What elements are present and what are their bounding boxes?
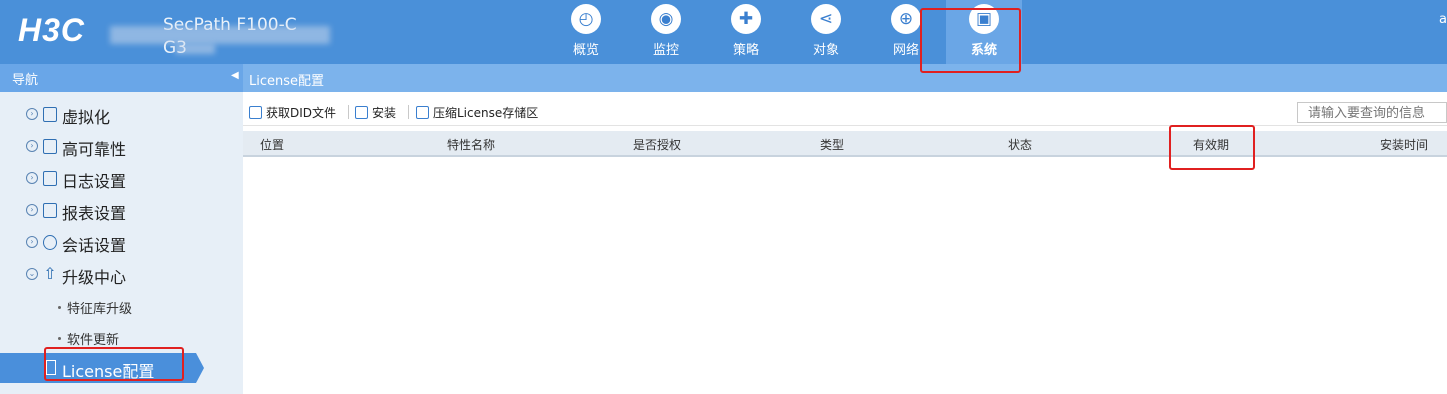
column-header-type[interactable]: 类型 — [820, 136, 844, 153]
nav-object[interactable]: ⋖ 对象 — [788, 0, 864, 64]
install-button[interactable]: 安装 — [355, 104, 396, 122]
nav-label: 对象 — [812, 43, 839, 58]
sidebar-item-high-availability[interactable]: › 高可靠性 — [0, 130, 243, 162]
collapse-icon[interactable]: ◀ — [231, 70, 241, 84]
shield-icon — [43, 139, 57, 154]
sidebar-item-log-settings[interactable]: › 日志设置 — [0, 162, 243, 194]
sidebar-subitem-label: 软件更新 — [67, 333, 120, 348]
highlight-box — [920, 8, 1021, 73]
nav-label: 概览 — [572, 43, 599, 58]
session-icon — [43, 235, 57, 250]
compress-storage-button[interactable]: 压缩License存储区 — [416, 104, 538, 122]
nav-policy[interactable]: ✚ 策略 — [708, 0, 784, 64]
highlight-box — [44, 347, 184, 381]
sidebar-item-label: 高可靠性 — [62, 140, 127, 159]
sidebar-item-label: 报表设置 — [62, 204, 127, 223]
button-label: 获取DID文件 — [266, 106, 337, 120]
nav-monitor[interactable]: ◉ 监控 — [628, 0, 704, 64]
share-icon: ⋖ — [811, 4, 841, 34]
button-label: 安装 — [372, 106, 397, 120]
column-header-feature-name[interactable]: 特性名称 — [447, 136, 495, 153]
brand-logo: H3C — [18, 12, 86, 48]
gauge-icon: ◴ — [571, 4, 601, 34]
camera-icon: ◉ — [651, 4, 681, 34]
chevron-right-icon: › — [26, 140, 38, 152]
sidebar-item-session-settings[interactable]: › 会话设置 — [0, 226, 243, 258]
top-header: H3C SecPath F100-C G3 ◴ 概览 ◉ 监控 ✚ 策略 ⋖ 对… — [0, 0, 1447, 64]
page-title: License配置 — [249, 74, 325, 89]
virtualization-icon — [43, 107, 57, 122]
active-item-arrow — [196, 353, 204, 383]
sidebar-title: 导航 — [12, 73, 39, 88]
sidebar-item-upgrade-center[interactable]: ⌄ ⇧ 升级中心 — [0, 258, 243, 290]
highlight-box — [1169, 125, 1255, 170]
divider — [408, 105, 409, 119]
redaction-blur — [110, 26, 330, 44]
upload-icon: ⇧ — [43, 264, 57, 283]
chevron-down-icon: ⌄ — [26, 268, 38, 280]
content-title-bar: License配置 — [243, 64, 1447, 92]
column-header-install-time[interactable]: 安装时间 — [1380, 136, 1428, 153]
bullet — [58, 337, 61, 340]
search-input[interactable] — [1297, 102, 1447, 123]
table-header: 位置 特性名称 是否授权 类型 状态 有效期 安装时间 — [243, 131, 1447, 157]
chevron-right-icon: › — [26, 172, 38, 184]
chevron-right-icon: › — [26, 108, 38, 120]
log-icon — [43, 171, 57, 186]
nav-label: 监控 — [652, 43, 679, 58]
shield-icon: ✚ — [731, 4, 761, 34]
column-header-authorized[interactable]: 是否授权 — [633, 136, 681, 153]
globe-icon: ⊕ — [891, 4, 921, 34]
get-did-button[interactable]: 获取DID文件 — [249, 104, 336, 122]
toolbar: 获取DID文件 安装 压缩License存储区 — [243, 98, 1447, 126]
sidebar-subitem-signature-upgrade[interactable]: 特征库升级 — [0, 292, 243, 322]
divider — [348, 105, 349, 119]
file-edit-icon — [249, 106, 262, 119]
install-icon — [355, 106, 368, 119]
sidebar-item-report-settings[interactable]: › 报表设置 — [0, 194, 243, 226]
sidebar-subitem-label: 特征库升级 — [67, 302, 133, 317]
sidebar-item-label: 会话设置 — [62, 236, 127, 255]
column-header-status[interactable]: 状态 — [1008, 136, 1032, 153]
report-icon — [43, 203, 57, 218]
button-label: 压缩License存储区 — [433, 106, 539, 120]
compress-icon — [416, 106, 429, 119]
sidebar-header: 导航 ◀ — [0, 64, 243, 92]
column-header-location[interactable]: 位置 — [260, 136, 284, 153]
bullet — [58, 306, 61, 309]
sidebar-item-virtualization[interactable]: › 虚拟化 — [0, 98, 243, 130]
redaction-blur — [175, 44, 215, 54]
chevron-right-icon: › — [26, 236, 38, 248]
chevron-right-icon: › — [26, 204, 38, 216]
nav-label: 策略 — [732, 43, 759, 58]
table-body — [243, 159, 1447, 394]
user-name[interactable]: a — [1439, 12, 1447, 27]
sidebar-item-label: 虚拟化 — [62, 108, 111, 127]
sidebar-item-label: 日志设置 — [62, 172, 127, 191]
nav-overview[interactable]: ◴ 概览 — [548, 0, 624, 64]
sidebar-item-label: 升级中心 — [62, 268, 127, 287]
